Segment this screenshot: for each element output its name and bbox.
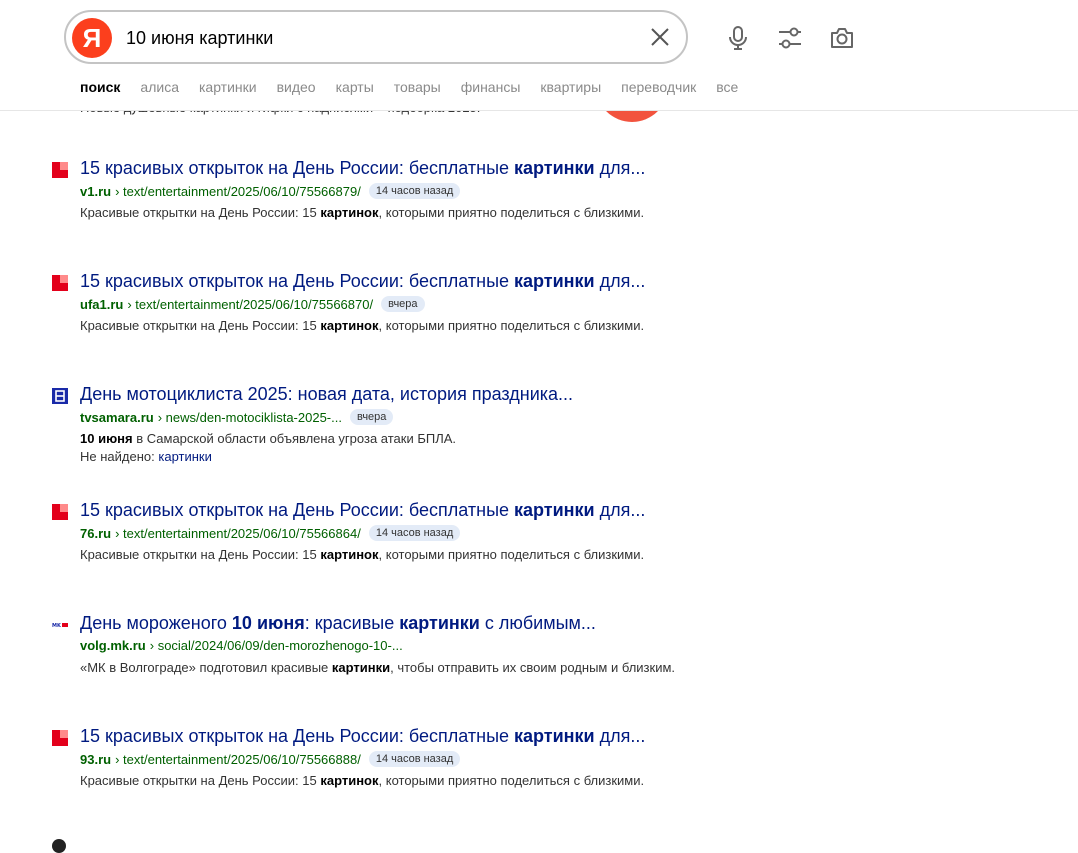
tab-video[interactable]: видео — [277, 79, 316, 95]
site-favicon-icon — [52, 388, 68, 404]
result-domain-link[interactable]: ufa1.ru — [80, 297, 123, 312]
tab-apartments[interactable]: квартиры — [540, 79, 601, 95]
result-url: tvsamara.ru › news/den-motociklista-2025… — [80, 409, 394, 425]
site-favicon-icon — [52, 162, 68, 178]
result-snippet: Красивые открытки на День России: 15 кар… — [80, 547, 645, 562]
result-path-link[interactable]: › text/entertainment/2025/06/10/75566864… — [115, 526, 361, 541]
site-favicon-icon: MK — [52, 623, 68, 629]
time-badge: вчера — [381, 296, 425, 312]
time-badge: 14 часов назад — [368, 525, 461, 541]
result-title-link[interactable]: День мотоциклиста 2025: новая дата, исто… — [80, 384, 573, 405]
missing-term-link[interactable]: картинки — [158, 449, 212, 464]
yandex-logo[interactable]: Я — [72, 18, 112, 58]
not-found-note: Не найдено: картинки — [80, 449, 212, 464]
tab-images[interactable]: картинки — [199, 79, 257, 95]
svg-text:MK: MK — [52, 623, 62, 629]
search-header: Я поиск алиса картинки видео карты товар… — [0, 0, 1078, 111]
result-path-link[interactable]: › text/entertainment/2025/06/10/75566870… — [127, 297, 373, 312]
result-path-link[interactable]: › news/den-motociklista-2025-... — [158, 410, 342, 425]
time-badge: 14 часов назад — [368, 183, 461, 199]
result-title-link[interactable]: 15 красивых открыток на День России: бес… — [80, 158, 645, 179]
tab-products[interactable]: товары — [394, 79, 441, 95]
tab-all[interactable]: все — [716, 79, 738, 95]
result-title-link[interactable]: День мороженого 10 июня: красивые картин… — [80, 613, 596, 634]
settings-filter-icon[interactable] — [776, 24, 804, 52]
search-box[interactable]: Я — [64, 10, 688, 64]
next-result-favicon-icon — [52, 839, 66, 853]
result-title-link[interactable]: 15 красивых открыток на День России: бес… — [80, 726, 645, 747]
site-favicon-icon — [52, 730, 68, 746]
result-url: v1.ru › text/entertainment/2025/06/10/75… — [80, 183, 461, 199]
tab-search[interactable]: поиск — [80, 79, 120, 95]
result-snippet: Красивые открытки на День России: 15 кар… — [80, 318, 645, 333]
camera-search-icon[interactable] — [828, 24, 856, 52]
tab-finance[interactable]: финансы — [461, 79, 521, 95]
result-path-link[interactable]: › text/entertainment/2025/06/10/75566879… — [115, 184, 361, 199]
search-tabs: поиск алиса картинки видео карты товары … — [80, 79, 758, 95]
result-domain-link[interactable]: 76.ru — [80, 526, 111, 541]
result-domain-link[interactable]: tvsamara.ru — [80, 410, 154, 425]
result-domain-link[interactable]: volg.mk.ru — [80, 638, 146, 653]
result-title-link[interactable]: 15 красивых открыток на День России: бес… — [80, 271, 645, 292]
result-snippet: Красивые открытки на День России: 15 кар… — [80, 773, 645, 788]
result-domain-link[interactable]: v1.ru — [80, 184, 111, 199]
result-snippet: «МК в Волгограде» подготовил красивые ка… — [80, 660, 675, 675]
result-url: 76.ru › text/entertainment/2025/06/10/75… — [80, 525, 461, 541]
search-input[interactable] — [124, 24, 628, 52]
tab-alice[interactable]: алиса — [140, 79, 179, 95]
time-badge: 14 часов назад — [368, 751, 461, 767]
result-snippet: 10 июня в Самарской области объявлена уг… — [80, 431, 457, 446]
microphone-icon[interactable] — [724, 24, 752, 52]
result-title-link[interactable]: 15 красивых открыток на День России: бес… — [80, 500, 645, 521]
site-favicon-icon — [52, 275, 68, 291]
tab-translator[interactable]: переводчик — [621, 79, 696, 95]
result-path-link[interactable]: › social/2024/06/09/den-morozhenogo-10-.… — [150, 638, 403, 653]
result-domain-link[interactable]: 93.ru — [80, 752, 111, 767]
result-snippet: Красивые открытки на День России: 15 кар… — [80, 205, 645, 220]
clear-icon[interactable] — [648, 25, 672, 49]
result-path-link[interactable]: › text/entertainment/2025/06/10/75566888… — [115, 752, 361, 767]
tab-maps[interactable]: карты — [336, 79, 374, 95]
result-url: volg.mk.ru › social/2024/06/09/den-moroz… — [80, 638, 403, 653]
time-badge: вчера — [349, 409, 394, 425]
result-url: ufa1.ru › text/entertainment/2025/06/10/… — [80, 296, 425, 312]
result-url: 93.ru › text/entertainment/2025/06/10/75… — [80, 751, 461, 767]
site-favicon-icon — [52, 504, 68, 520]
